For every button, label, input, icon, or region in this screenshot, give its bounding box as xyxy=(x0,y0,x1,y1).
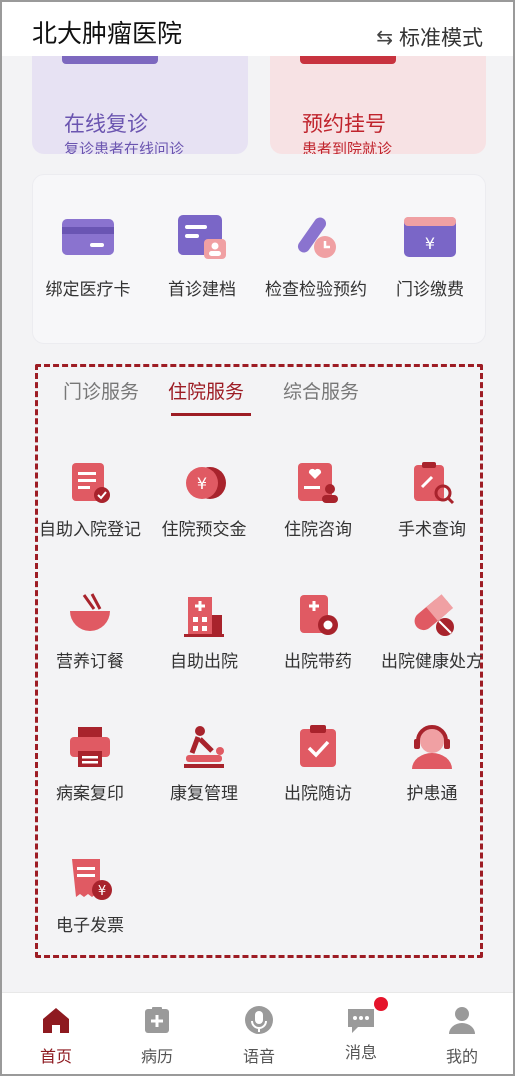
inpatient-services-section: 门诊服务 住院服务 综合服务 自助入院登记 ¥ 住院预交金 住院咨询 手术查询 … xyxy=(35,364,483,958)
service-health-prescription[interactable]: 出院健康处方 xyxy=(377,591,487,673)
nav-label: 消息 xyxy=(344,1043,377,1062)
discharge-medicine-icon xyxy=(300,595,338,635)
app-header: 北大肿瘤医院 ⇆ 标准模式 xyxy=(2,2,513,56)
service-label: 自助出院 xyxy=(170,652,238,672)
svg-text:¥: ¥ xyxy=(425,234,435,253)
tab-general[interactable]: 综合服务 xyxy=(283,377,359,404)
nav-profile[interactable]: 我的 xyxy=(422,1005,502,1067)
nav-home[interactable]: 首页 xyxy=(16,1005,96,1067)
service-label: 营养订餐 xyxy=(56,652,124,672)
profile-card-icon xyxy=(178,215,226,259)
printer-icon xyxy=(70,727,110,767)
service-meal-order[interactable]: 营养订餐 xyxy=(35,591,145,673)
nav-label: 病历 xyxy=(140,1047,173,1066)
service-consultation[interactable]: 住院咨询 xyxy=(263,459,373,541)
appointment-title: 预约挂号 xyxy=(302,112,386,136)
yuan-card-icon: ¥ xyxy=(404,217,456,257)
service-label: 出院健康处方 xyxy=(381,652,483,672)
mode-switch-button[interactable]: ⇆ 标准模式 xyxy=(376,22,483,52)
nav-voice[interactable]: 语音 xyxy=(219,1005,299,1067)
service-label: 出院带药 xyxy=(284,652,352,672)
service-label: 住院预交金 xyxy=(161,520,247,540)
service-e-invoice[interactable]: ¥ 电子发票 xyxy=(35,855,145,937)
service-record-copy[interactable]: 病案复印 xyxy=(35,723,145,805)
capsule-icon xyxy=(414,594,454,636)
yuan-coin-icon: ¥ xyxy=(186,467,226,499)
tab-outpatient[interactable]: 门诊服务 xyxy=(63,377,139,404)
bottom-tab-bar: 首页 病历 语音 消息 我的 xyxy=(2,992,513,1074)
app-frame: 在线复诊 复诊患者在线问诊 预约挂号 患者到院就诊 北大肿瘤医院 ⇆ 标准模式 … xyxy=(0,0,515,1076)
service-label: 出院随访 xyxy=(284,784,352,804)
swap-icon: ⇆ xyxy=(376,25,393,49)
nurse-headset-icon xyxy=(412,725,452,769)
clipboard-check-icon xyxy=(300,725,336,767)
service-label: 住院咨询 xyxy=(284,520,352,540)
appointment-subtitle: 患者到院就诊 xyxy=(302,140,393,154)
message-icon xyxy=(348,1009,374,1033)
consultation-icon xyxy=(298,463,338,503)
service-rehab-management[interactable]: 康复管理 xyxy=(149,723,259,805)
service-label: 电子发票 xyxy=(56,916,124,936)
test-tube-clock-icon xyxy=(297,217,336,258)
service-self-discharge[interactable]: 自助出院 xyxy=(149,591,259,673)
mode-switch-label: 标准模式 xyxy=(399,26,483,50)
quick-outpatient-pay[interactable]: ¥ 门诊缴费 xyxy=(375,213,485,301)
nav-medical-record[interactable]: 病历 xyxy=(117,1005,197,1067)
nav-messages[interactable]: 消息 xyxy=(321,997,401,1063)
service-nurse-patient[interactable]: 护患通 xyxy=(377,723,487,805)
nav-label: 首页 xyxy=(39,1047,72,1066)
page-title: 北大肿瘤医院 xyxy=(32,19,183,48)
service-discharge-medicine[interactable]: 出院带药 xyxy=(263,591,373,673)
svg-text:¥: ¥ xyxy=(98,884,106,899)
service-label: 自助入院登记 xyxy=(39,520,141,540)
meal-bowl-icon xyxy=(70,593,110,631)
medical-record-icon xyxy=(145,1007,169,1033)
surgery-search-icon xyxy=(414,462,455,505)
quick-first-visit[interactable]: 首诊建档 xyxy=(147,213,257,301)
user-icon xyxy=(449,1007,475,1034)
tab-inpatient[interactable]: 住院服务 xyxy=(168,377,244,404)
quick-label: 首诊建档 xyxy=(168,280,236,300)
service-prepayment[interactable]: ¥ 住院预交金 xyxy=(149,459,259,541)
nav-label: 我的 xyxy=(445,1047,478,1066)
online-revisit-subtitle: 复诊患者在线问诊 xyxy=(64,140,185,154)
admission-form-icon xyxy=(72,463,110,503)
home-icon xyxy=(43,1008,69,1033)
svg-text:¥: ¥ xyxy=(197,474,207,493)
service-label: 康复管理 xyxy=(170,784,238,804)
quick-actions-panel: 绑定医疗卡 首诊建档 检查检验预约 ¥ 门诊缴费 xyxy=(32,174,486,344)
service-label: 护患通 xyxy=(406,784,458,804)
massage-icon xyxy=(184,726,224,768)
quick-label: 检查检验预约 xyxy=(265,280,367,300)
quick-label: 绑定医疗卡 xyxy=(45,280,131,300)
unread-badge xyxy=(374,997,388,1011)
quick-exam-booking[interactable]: 检查检验预约 xyxy=(261,213,371,301)
nav-label: 语音 xyxy=(242,1047,275,1066)
service-follow-up[interactable]: 出院随访 xyxy=(263,723,373,805)
quick-bind-card[interactable]: 绑定医疗卡 xyxy=(33,213,143,301)
service-label: 手术查询 xyxy=(398,520,466,540)
service-self-admission[interactable]: 自助入院登记 xyxy=(35,459,145,541)
service-surgery-query[interactable]: 手术查询 xyxy=(377,459,487,541)
quick-label: 门诊缴费 xyxy=(396,280,464,300)
medical-card-icon xyxy=(62,219,114,255)
hospital-building-icon xyxy=(184,597,224,637)
e-invoice-icon: ¥ xyxy=(72,859,112,900)
online-revisit-title: 在线复诊 xyxy=(64,112,148,136)
service-label: 病案复印 xyxy=(56,784,124,804)
active-tab-indicator xyxy=(171,413,251,416)
microphone-icon xyxy=(245,1006,273,1034)
